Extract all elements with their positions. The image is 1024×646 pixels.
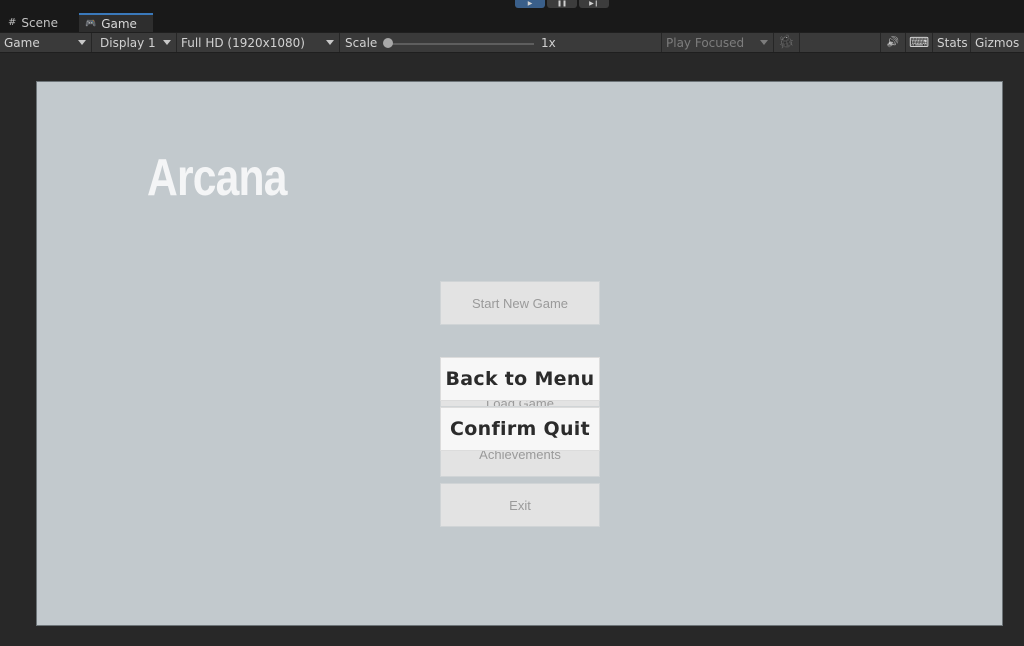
step-button[interactable]: ▶❙ — [579, 0, 609, 8]
play-button[interactable]: ▶ — [515, 0, 545, 8]
play-icon: ▶ — [527, 0, 533, 7]
keyboard-icon: ⌨ — [908, 34, 930, 51]
scale-value-label: 1x — [541, 35, 556, 50]
start-new-game-button[interactable]: Start New Game — [440, 281, 600, 325]
mute-audio-button[interactable]: 🔊 — [880, 33, 906, 52]
confirm-quit-button[interactable]: Confirm Quit — [440, 407, 600, 451]
tab-scene[interactable]: # Scene — [0, 13, 76, 32]
grid-icon: # — [8, 17, 17, 28]
game-toolbar: Game Display 1 Full HD (1920x1080) Scale… — [0, 32, 1024, 53]
exit-label: Exit — [509, 497, 531, 513]
start-new-game-label: Start New Game — [471, 295, 569, 311]
scale-label: Scale — [345, 35, 378, 50]
game-mode-dropdown[interactable]: Game — [0, 33, 92, 52]
game-view[interactable]: Arcana Start New Game Load Game Achievem… — [36, 81, 1003, 626]
chevron-down-icon — [78, 40, 86, 45]
back-to-menu-label: Back to Menu — [445, 368, 595, 390]
tab-label: Game — [101, 16, 137, 31]
playback-controls: ▶ ❚❚ ▶❙ — [515, 0, 609, 8]
gizmos-button[interactable]: Gizmos — [971, 33, 1024, 52]
pause-icon: ❚❚ — [556, 0, 568, 7]
keyboard-shortcuts-button[interactable]: ⌨ — [906, 33, 933, 52]
tab-bar: # Scene 🎮 Game — [0, 13, 1024, 32]
resolution-label: Full HD (1920x1080) — [181, 35, 305, 50]
exit-button[interactable]: Exit — [440, 483, 600, 527]
chevron-down-icon — [326, 40, 334, 45]
back-to-menu-button[interactable]: Back to Menu — [440, 357, 600, 401]
tab-game[interactable]: 🎮 Game — [79, 13, 153, 32]
scale-slider-handle[interactable] — [383, 38, 393, 48]
play-focused-label: Play Focused — [666, 35, 745, 50]
gamepad-icon: 🎮 — [85, 18, 97, 29]
audio-icon: 🔊 — [886, 37, 900, 48]
pause-button[interactable]: ❚❚ — [547, 0, 577, 8]
resolution-dropdown[interactable]: Full HD (1920x1080) — [177, 33, 340, 52]
gizmos-label: Gizmos — [975, 35, 1020, 50]
chevron-down-icon — [760, 40, 768, 45]
playback-bar: ▶ ❚❚ ▶❙ — [0, 0, 1024, 13]
display-dropdown[interactable]: Display 1 — [96, 33, 177, 52]
step-icon: ▶❙ — [589, 0, 599, 7]
scale-slider-track[interactable] — [388, 43, 534, 45]
game-title: Arcana — [147, 149, 287, 207]
confirm-quit-label: Confirm Quit — [450, 418, 590, 440]
scale-value: 1x — [537, 33, 661, 52]
bug-icon: 🐞 — [778, 35, 795, 50]
debug-button[interactable]: 🐞 — [774, 33, 800, 52]
tab-label: Scene — [21, 15, 58, 30]
game-mode-label: Game — [4, 35, 40, 50]
display-label: Display 1 — [100, 35, 156, 50]
stats-label: Stats — [937, 35, 968, 50]
play-focused-dropdown[interactable]: Play Focused — [661, 33, 774, 52]
chevron-down-icon — [163, 40, 171, 45]
stats-button[interactable]: Stats — [933, 33, 971, 52]
